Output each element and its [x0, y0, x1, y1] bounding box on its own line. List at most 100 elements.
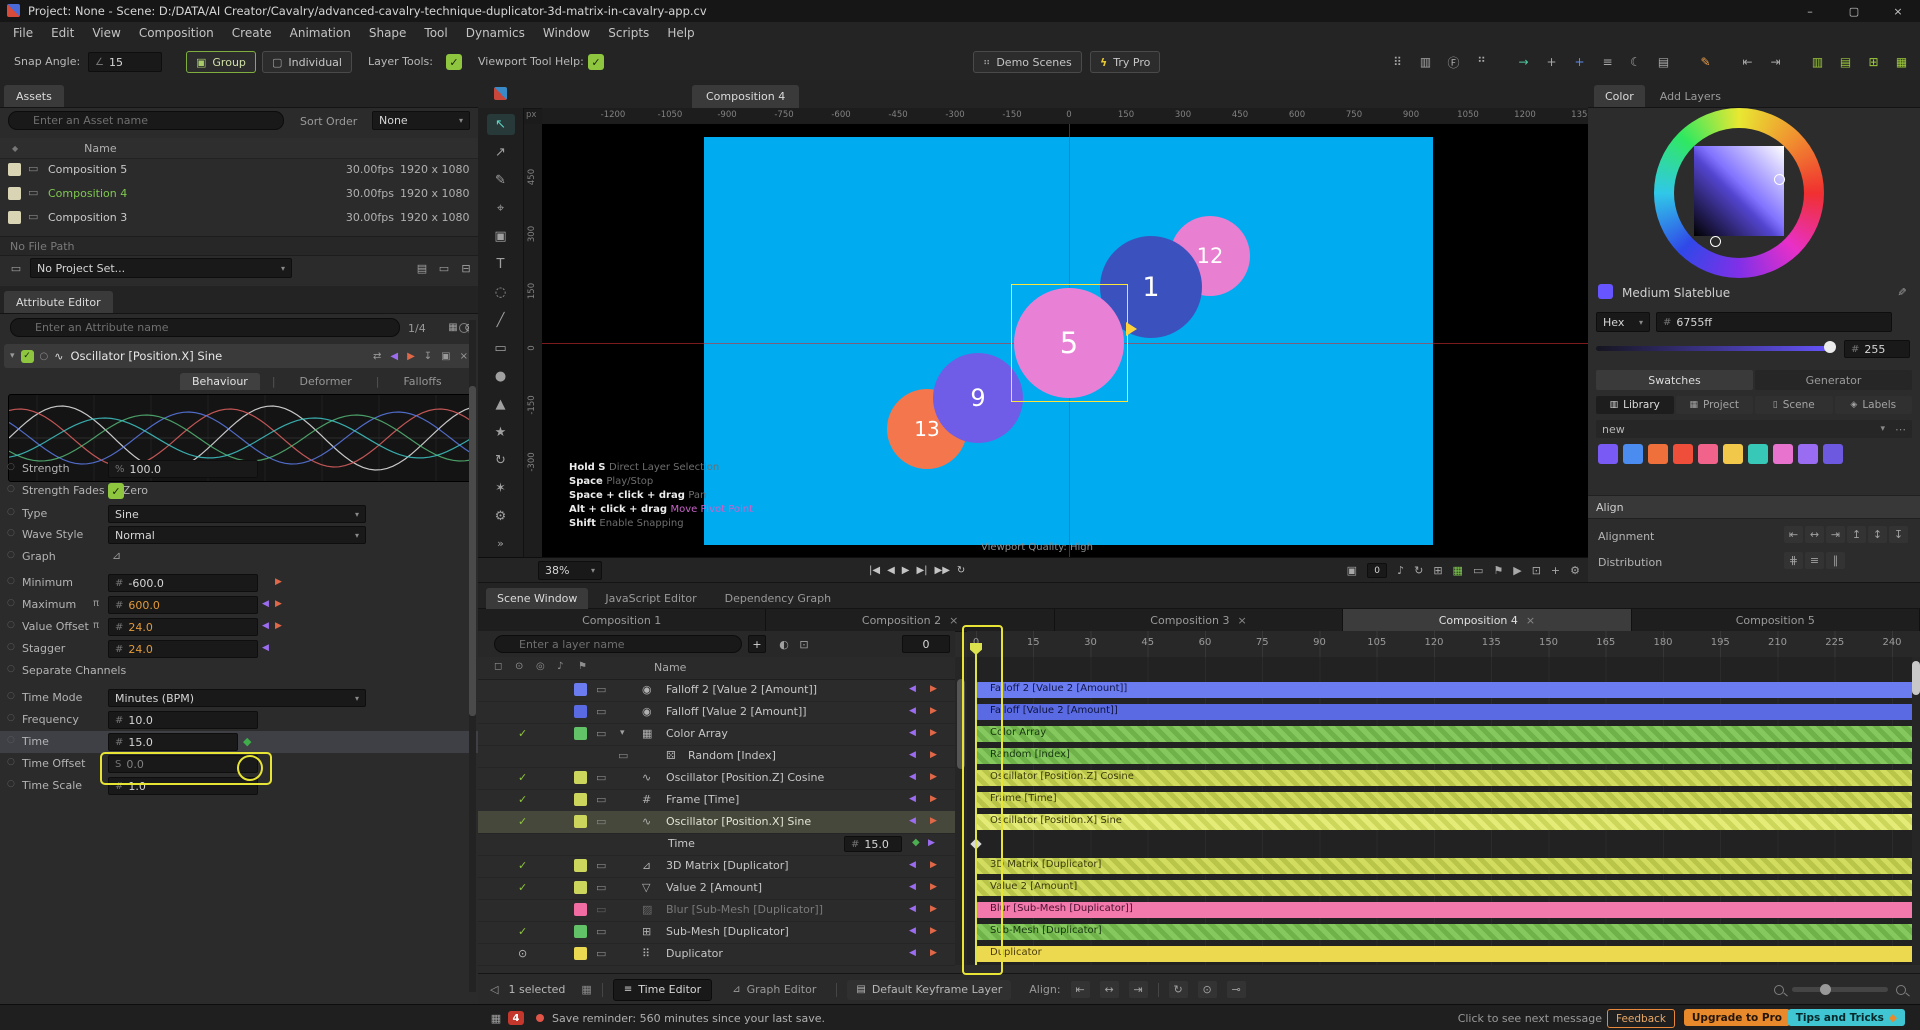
editor-tab-time-editor[interactable]: ≡ Time Editor: [612, 978, 713, 1001]
align-center-h-icon[interactable]: ↔: [1805, 526, 1824, 543]
attr-socket-icon[interactable]: ○: [7, 642, 15, 652]
next-keyframe-arrow[interactable]: ▶: [930, 728, 937, 738]
next-keyframe-arrow[interactable]: ▶: [930, 794, 937, 804]
ellipse-tool[interactable]: ●: [487, 366, 515, 387]
prev-frame-button[interactable]: ◀: [887, 565, 895, 576]
next-keyframe-arrow[interactable]: ▶: [930, 926, 937, 936]
attr-select-time-mode[interactable]: Minutes (BPM) ▾: [108, 689, 366, 707]
layer-visibility-icon[interactable]: ▭: [596, 727, 606, 740]
menu-shape[interactable]: Shape: [360, 22, 416, 44]
next-keyframe-arrow[interactable]: ▶: [930, 904, 937, 914]
zoom-out-icon[interactable]: [1774, 984, 1784, 995]
attribute-search-input[interactable]: [10, 318, 400, 337]
frame-icon[interactable]: Ⓕ: [1445, 54, 1462, 71]
layer-row-duplicator[interactable]: ⊙ ▭ ⠿ Duplicator ◀ ▶: [478, 943, 955, 966]
refresh-icon[interactable]: ↻: [1414, 564, 1423, 577]
prev-keyframe-arrow[interactable]: ◀: [262, 599, 269, 609]
color-swatch-9[interactable]: [1823, 444, 1843, 464]
grid-icon[interactable]: ⊞: [1433, 564, 1442, 577]
layer-row-frame-time[interactable]: ✓ ▭ # Frame [Time] ◀ ▶: [478, 789, 955, 812]
align-center-icon[interactable]: ↔: [1099, 981, 1119, 998]
timeline-bar-blur-sub-mesh-duplicator[interactable]: Blur [Sub-Mesh [Duplicator]]: [976, 902, 1914, 918]
menu-edit[interactable]: Edit: [42, 22, 83, 44]
safe-zones-icon[interactable]: ▦: [1453, 564, 1463, 577]
timeline-bar-color-array[interactable]: Color Array: [976, 726, 1914, 742]
node-header[interactable]: ▾ ✓ ○ ∿ Oscillator [Position.X] Sine ⇄ ◀ ▶…: [4, 344, 474, 368]
timeline-bar-duplicator[interactable]: Duplicator: [976, 946, 1914, 962]
prev-keyframe-arrow[interactable]: ◀: [909, 772, 916, 782]
sv-marker[interactable]: [1774, 174, 1785, 185]
alpha-field[interactable]: # 255: [1844, 340, 1910, 358]
distribute-h-icon[interactable]: ⋕: [1784, 552, 1803, 569]
layer-row-oscillator-position-z-cosine[interactable]: ✓ ▭ ∿ Oscillator [Position.Z] Cosine ◀ ▶: [478, 767, 955, 790]
close-tab-icon[interactable]: ×: [1526, 614, 1535, 627]
layer-row-value-2-amount[interactable]: ✓ ▭ ▽ Value 2 [Amount] ◀ ▶: [478, 877, 955, 900]
attribute-editor-tab[interactable]: Attribute Editor: [4, 291, 113, 313]
timeline-bars-region[interactable]: Falloff 2 [Value 2 [Amount]] Falloff [Val…: [967, 657, 1920, 965]
grid-small-icon[interactable]: ▦: [446, 320, 460, 334]
upgrade-button[interactable]: Upgrade to Pro: [1683, 1009, 1790, 1026]
color-panel-tab-color[interactable]: Color: [1594, 85, 1645, 107]
align-top-icon[interactable]: ↥: [1847, 526, 1866, 543]
group-mode-button[interactable]: ▣ Group: [186, 51, 256, 73]
attr-socket-icon[interactable]: ○: [7, 550, 15, 560]
lasso-tool[interactable]: ◌: [487, 282, 515, 303]
layer-row-time[interactable]: Time #15.0 ◆ ▶: [478, 833, 955, 856]
library-button-labels[interactable]: ◈ Labels: [1834, 396, 1912, 414]
viewport-tool-help-checkbox[interactable]: ✓: [588, 54, 604, 70]
asset-search-input[interactable]: [8, 111, 284, 130]
timeline-bar-value-2-amount[interactable]: Value 2 [Amount]: [976, 880, 1914, 896]
property-value-field[interactable]: #15.0: [844, 836, 902, 852]
zoom-slider-thumb[interactable]: [1820, 984, 1831, 995]
settings-tool[interactable]: ⚙: [487, 506, 515, 527]
grid-dots-icon[interactable]: ⠿: [1389, 55, 1406, 69]
monitor-icon[interactable]: ▭: [1473, 564, 1483, 577]
keyframe-layer-select[interactable]: ▤ Default Keyframe Layer: [847, 979, 1012, 1000]
layer-visibility-icon[interactable]: ▭: [596, 925, 606, 938]
timeline-bar-sub-mesh-duplicator[interactable]: Sub-Mesh [Duplicator]: [976, 924, 1914, 940]
align-left-icon[interactable]: ⇤: [1739, 55, 1756, 69]
align-right-icon[interactable]: ⇥: [1826, 526, 1845, 543]
minimize-button[interactable]: –: [1788, 0, 1832, 22]
color-swatch-6[interactable]: [1748, 444, 1768, 464]
layer-row-color-array[interactable]: ✓ ▭ ▾ ▦ Color Array ◀ ▶: [478, 723, 955, 746]
subtab-generator[interactable]: Generator: [1755, 370, 1912, 390]
help-icon[interactable]: ▣: [441, 351, 450, 362]
align-middle-v-icon[interactable]: ↕: [1868, 526, 1887, 543]
layer-enabled-checkbox[interactable]: ✓: [518, 859, 527, 872]
layer-row-falloff-value-2-amount[interactable]: ▭ ◉ Falloff [Value 2 [Amount]] ◀ ▶: [478, 701, 955, 724]
layer-color-swatch[interactable]: [574, 947, 587, 960]
layer-row-oscillator-position-x-sine[interactable]: ✓ ▭ ∿ Oscillator [Position.X] Sine ◀ ▶: [478, 811, 955, 834]
next-attr-icon[interactable]: ▶: [407, 351, 415, 362]
more-icon[interactable]: ⋯: [1895, 423, 1906, 436]
socket-icon[interactable]: ○: [40, 351, 49, 362]
playhead-line[interactable]: [975, 643, 977, 965]
next-keyframe-arrow[interactable]: ▶: [930, 816, 937, 826]
color-swatch-0[interactable]: [1598, 444, 1618, 464]
layer-color-swatch[interactable]: [574, 859, 587, 872]
prev-keyframe-arrow[interactable]: ◀: [909, 860, 916, 870]
assets-tab[interactable]: Assets: [4, 85, 64, 107]
color-swatch-7[interactable]: [1773, 444, 1793, 464]
prev-keyframe-arrow[interactable]: ◀: [909, 684, 916, 694]
node-enabled-checkbox[interactable]: ✓: [20, 349, 34, 363]
layer-enabled-checkbox[interactable]: ✓: [518, 925, 527, 938]
sort-order-select[interactable]: None ▾: [372, 111, 470, 130]
close-button[interactable]: ×: [1876, 0, 1920, 22]
render-icon[interactable]: ▣: [1347, 564, 1357, 577]
demo-scenes-button[interactable]: ⠶ Demo Scenes: [973, 51, 1082, 73]
attr-socket-icon[interactable]: ○: [7, 484, 15, 494]
frame-count[interactable]: 0: [1367, 563, 1388, 578]
panel-icon[interactable]: ▥: [1417, 55, 1434, 69]
editor-tab-graph-editor[interactable]: ⊿ Graph Editor: [722, 980, 826, 1000]
library-button-scene[interactable]: ▯ Scene: [1755, 396, 1833, 414]
folder-icon[interactable]: ▤: [414, 260, 430, 276]
align-end-icon[interactable]: ⇥: [1128, 981, 1148, 998]
forward-arrow-icon[interactable]: →: [1515, 55, 1532, 69]
attr-select-type[interactable]: Sine ▾: [108, 505, 366, 523]
color-swatch-4[interactable]: [1698, 444, 1718, 464]
rectangle-tool[interactable]: ▭: [487, 338, 515, 359]
layer-color-swatch[interactable]: [574, 815, 587, 828]
asset-row-composition-4[interactable]: ▭ Composition 4 30.00fps 1920 x 1080: [0, 182, 478, 206]
layer-row-3d-matrix-duplicator[interactable]: ✓ ▭ ⊿ 3D Matrix [Duplicator] ◀ ▶: [478, 855, 955, 878]
